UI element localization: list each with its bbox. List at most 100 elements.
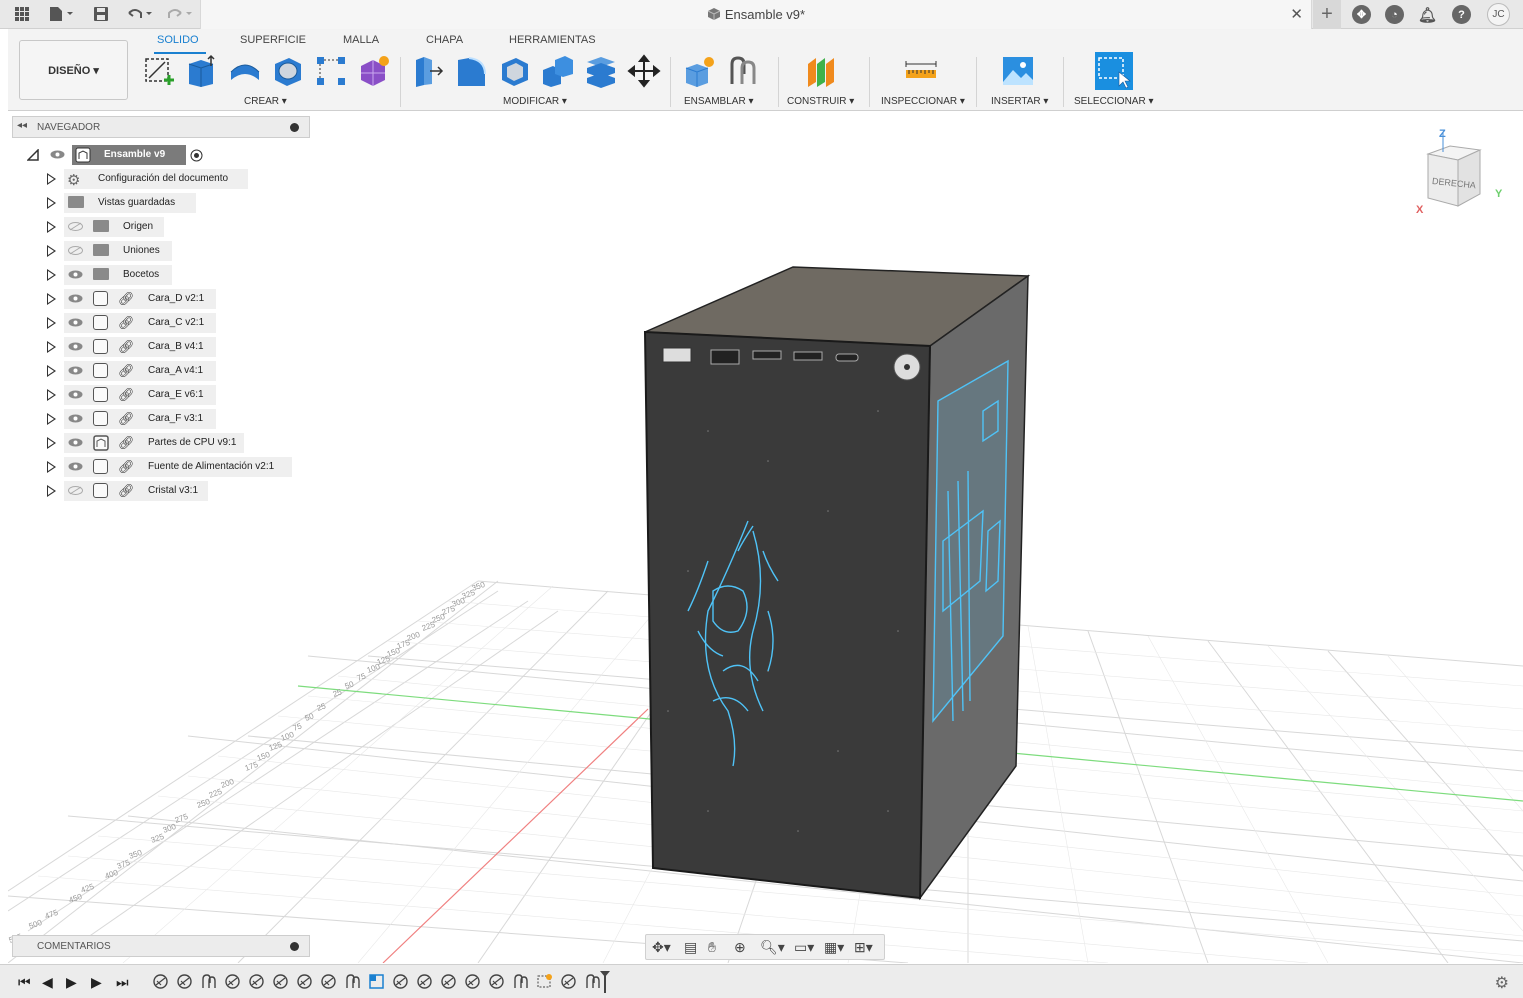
offset-plane-icon[interactable] [804, 54, 838, 88]
close-icon[interactable]: ✕ [1290, 5, 1303, 23]
redo-icon[interactable] [164, 4, 194, 24]
expand-arrow-icon[interactable] [47, 461, 56, 473]
eye-icon[interactable] [68, 438, 83, 447]
expand-arrow-icon[interactable] [47, 197, 56, 209]
eye-hidden-icon[interactable] [68, 486, 83, 495]
group-modificar[interactable]: MODIFICAR ▾ [503, 96, 567, 107]
pattern-icon[interactable] [314, 54, 348, 88]
timeline-joint-icon[interactable] [224, 973, 241, 990]
gear-icon[interactable]: ⚙ [1495, 973, 1509, 993]
new-tab-icon[interactable]: + [1313, 0, 1341, 29]
timeline-joint-icon[interactable] [488, 973, 505, 990]
display-settings-icon[interactable]: ▭▾ [794, 939, 814, 956]
timeline-joint-icon[interactable] [464, 973, 481, 990]
tree-item-component[interactable]: 🔗︎ Cara_A v4:1 [0, 361, 220, 381]
file-icon[interactable] [46, 4, 76, 24]
tree-item-component[interactable]: 🔗︎ Cara_F v3:1 [0, 409, 220, 429]
timeline-rigid-icon[interactable] [344, 973, 361, 990]
add-comment-icon[interactable] [290, 942, 299, 951]
group-inspeccionar[interactable]: INSPECCIONAR ▾ [881, 96, 965, 107]
tree-item-component[interactable]: 🔗︎ Cara_B v4:1 [0, 337, 220, 357]
tab-superficie[interactable]: SUPERFICIE [240, 34, 306, 46]
workspace-button[interactable]: DISEÑO ▾ [19, 40, 128, 100]
eye-icon[interactable] [68, 390, 83, 399]
tree-root[interactable]: Ensamble v9 [0, 145, 220, 165]
expand-arrow-icon[interactable] [47, 437, 56, 449]
timeline-joint-icon[interactable] [296, 973, 313, 990]
expanded-triangle-icon[interactable] [27, 149, 39, 161]
eye-hidden-icon[interactable] [68, 222, 83, 231]
tree-item-joints[interactable]: Uniones [0, 241, 175, 261]
browser-panel-header[interactable]: ◂◂ NAVEGADOR [12, 116, 310, 138]
root-label-bg[interactable]: Ensamble v9 [72, 145, 186, 165]
extrude-icon[interactable] [185, 54, 219, 88]
step-forward-icon[interactable]: ▶ [91, 974, 102, 991]
job-status-icon[interactable]: ◔ [1385, 5, 1404, 24]
form-icon[interactable] [357, 54, 391, 88]
press-pull-icon[interactable] [412, 54, 446, 88]
tree-item-sketches[interactable]: Bocetos [0, 265, 175, 285]
timeline-sketch-icon[interactable] [368, 973, 385, 990]
timeline-joint-icon[interactable] [416, 973, 433, 990]
timeline-joint-icon[interactable] [152, 973, 169, 990]
look-at-icon[interactable]: ▤ [684, 939, 697, 956]
tree-item-document-settings[interactable]: ⚙ Configuración del documento [0, 169, 260, 189]
tab-herramientas[interactable]: HERRAMIENTAS [509, 34, 596, 46]
minimize-icon[interactable] [290, 123, 299, 132]
fillet-icon[interactable] [455, 54, 489, 88]
timeline-joint-icon[interactable] [560, 973, 577, 990]
group-insertar[interactable]: INSERTAR ▾ [991, 96, 1048, 107]
group-construir[interactable]: CONSTRUIR ▾ [787, 96, 854, 107]
expand-arrow-icon[interactable] [47, 245, 56, 257]
eye-icon[interactable] [68, 294, 83, 303]
tree-item-component[interactable]: 🔗︎ Fuente de Alimentación v2:1 [0, 457, 300, 477]
timeline-joint-icon[interactable] [248, 973, 265, 990]
move-icon[interactable] [627, 54, 661, 88]
expand-arrow-icon[interactable] [47, 269, 56, 281]
tab-solido[interactable]: SOLIDO [157, 34, 199, 46]
eye-icon[interactable] [68, 366, 83, 375]
comments-panel-header[interactable]: COMENTARIOS [12, 935, 310, 957]
tree-item-origin[interactable]: Origen [0, 217, 170, 237]
shell-icon[interactable] [498, 54, 532, 88]
eye-icon[interactable] [68, 318, 83, 327]
activate-radio-icon[interactable] [190, 149, 203, 162]
timeline-rigid-icon[interactable] [584, 973, 601, 990]
tree-item-saved-views[interactable]: Vistas guardadas [0, 193, 200, 213]
timeline-joint-icon[interactable] [392, 973, 409, 990]
joint-icon[interactable] [726, 54, 760, 88]
expand-arrow-icon[interactable] [47, 317, 56, 329]
create-sketch-icon[interactable] [143, 54, 177, 88]
go-to-start-icon[interactable]: ⏮︎ [18, 974, 31, 991]
eye-icon[interactable] [68, 270, 83, 279]
collapse-icon[interactable]: ◂◂ [17, 120, 27, 131]
insert-image-icon[interactable] [1001, 54, 1035, 88]
notifications-icon[interactable]: 🔔︎ [1418, 5, 1437, 24]
view-cube[interactable]: DERECHA Z X Y [1410, 124, 1510, 224]
split-body-icon[interactable] [584, 54, 618, 88]
expand-arrow-icon[interactable] [47, 173, 56, 185]
revolve-icon[interactable] [228, 54, 262, 88]
new-component-icon[interactable] [683, 54, 717, 88]
expand-arrow-icon[interactable] [47, 293, 56, 305]
help-icon[interactable]: ? [1452, 5, 1471, 24]
tab-malla[interactable]: MALLA [343, 34, 379, 46]
extensions-icon[interactable]: ✥ [1352, 5, 1371, 24]
timeline-rigid-icon[interactable] [200, 973, 217, 990]
expand-arrow-icon[interactable] [47, 413, 56, 425]
eye-icon[interactable] [68, 462, 83, 471]
timeline-marker[interactable] [600, 965, 610, 993]
expand-arrow-icon[interactable] [47, 221, 56, 233]
avatar[interactable]: JC [1487, 3, 1510, 26]
timeline-joint-icon[interactable] [176, 973, 193, 990]
eye-icon[interactable] [68, 414, 83, 423]
go-to-end-icon[interactable]: ⏭︎ [116, 974, 129, 991]
combine-icon[interactable] [541, 54, 575, 88]
pan-icon[interactable]: ✋︎ [708, 939, 716, 956]
viewports-icon[interactable]: ⊞▾ [854, 939, 873, 956]
eye-hidden-icon[interactable] [68, 246, 83, 255]
group-seleccionar[interactable]: SELECCIONAR ▾ [1074, 96, 1153, 107]
play-icon[interactable]: ▶ [66, 974, 77, 991]
group-crear[interactable]: CREAR ▾ [244, 96, 287, 107]
fit-icon[interactable]: 🔍︎▾ [760, 939, 785, 956]
